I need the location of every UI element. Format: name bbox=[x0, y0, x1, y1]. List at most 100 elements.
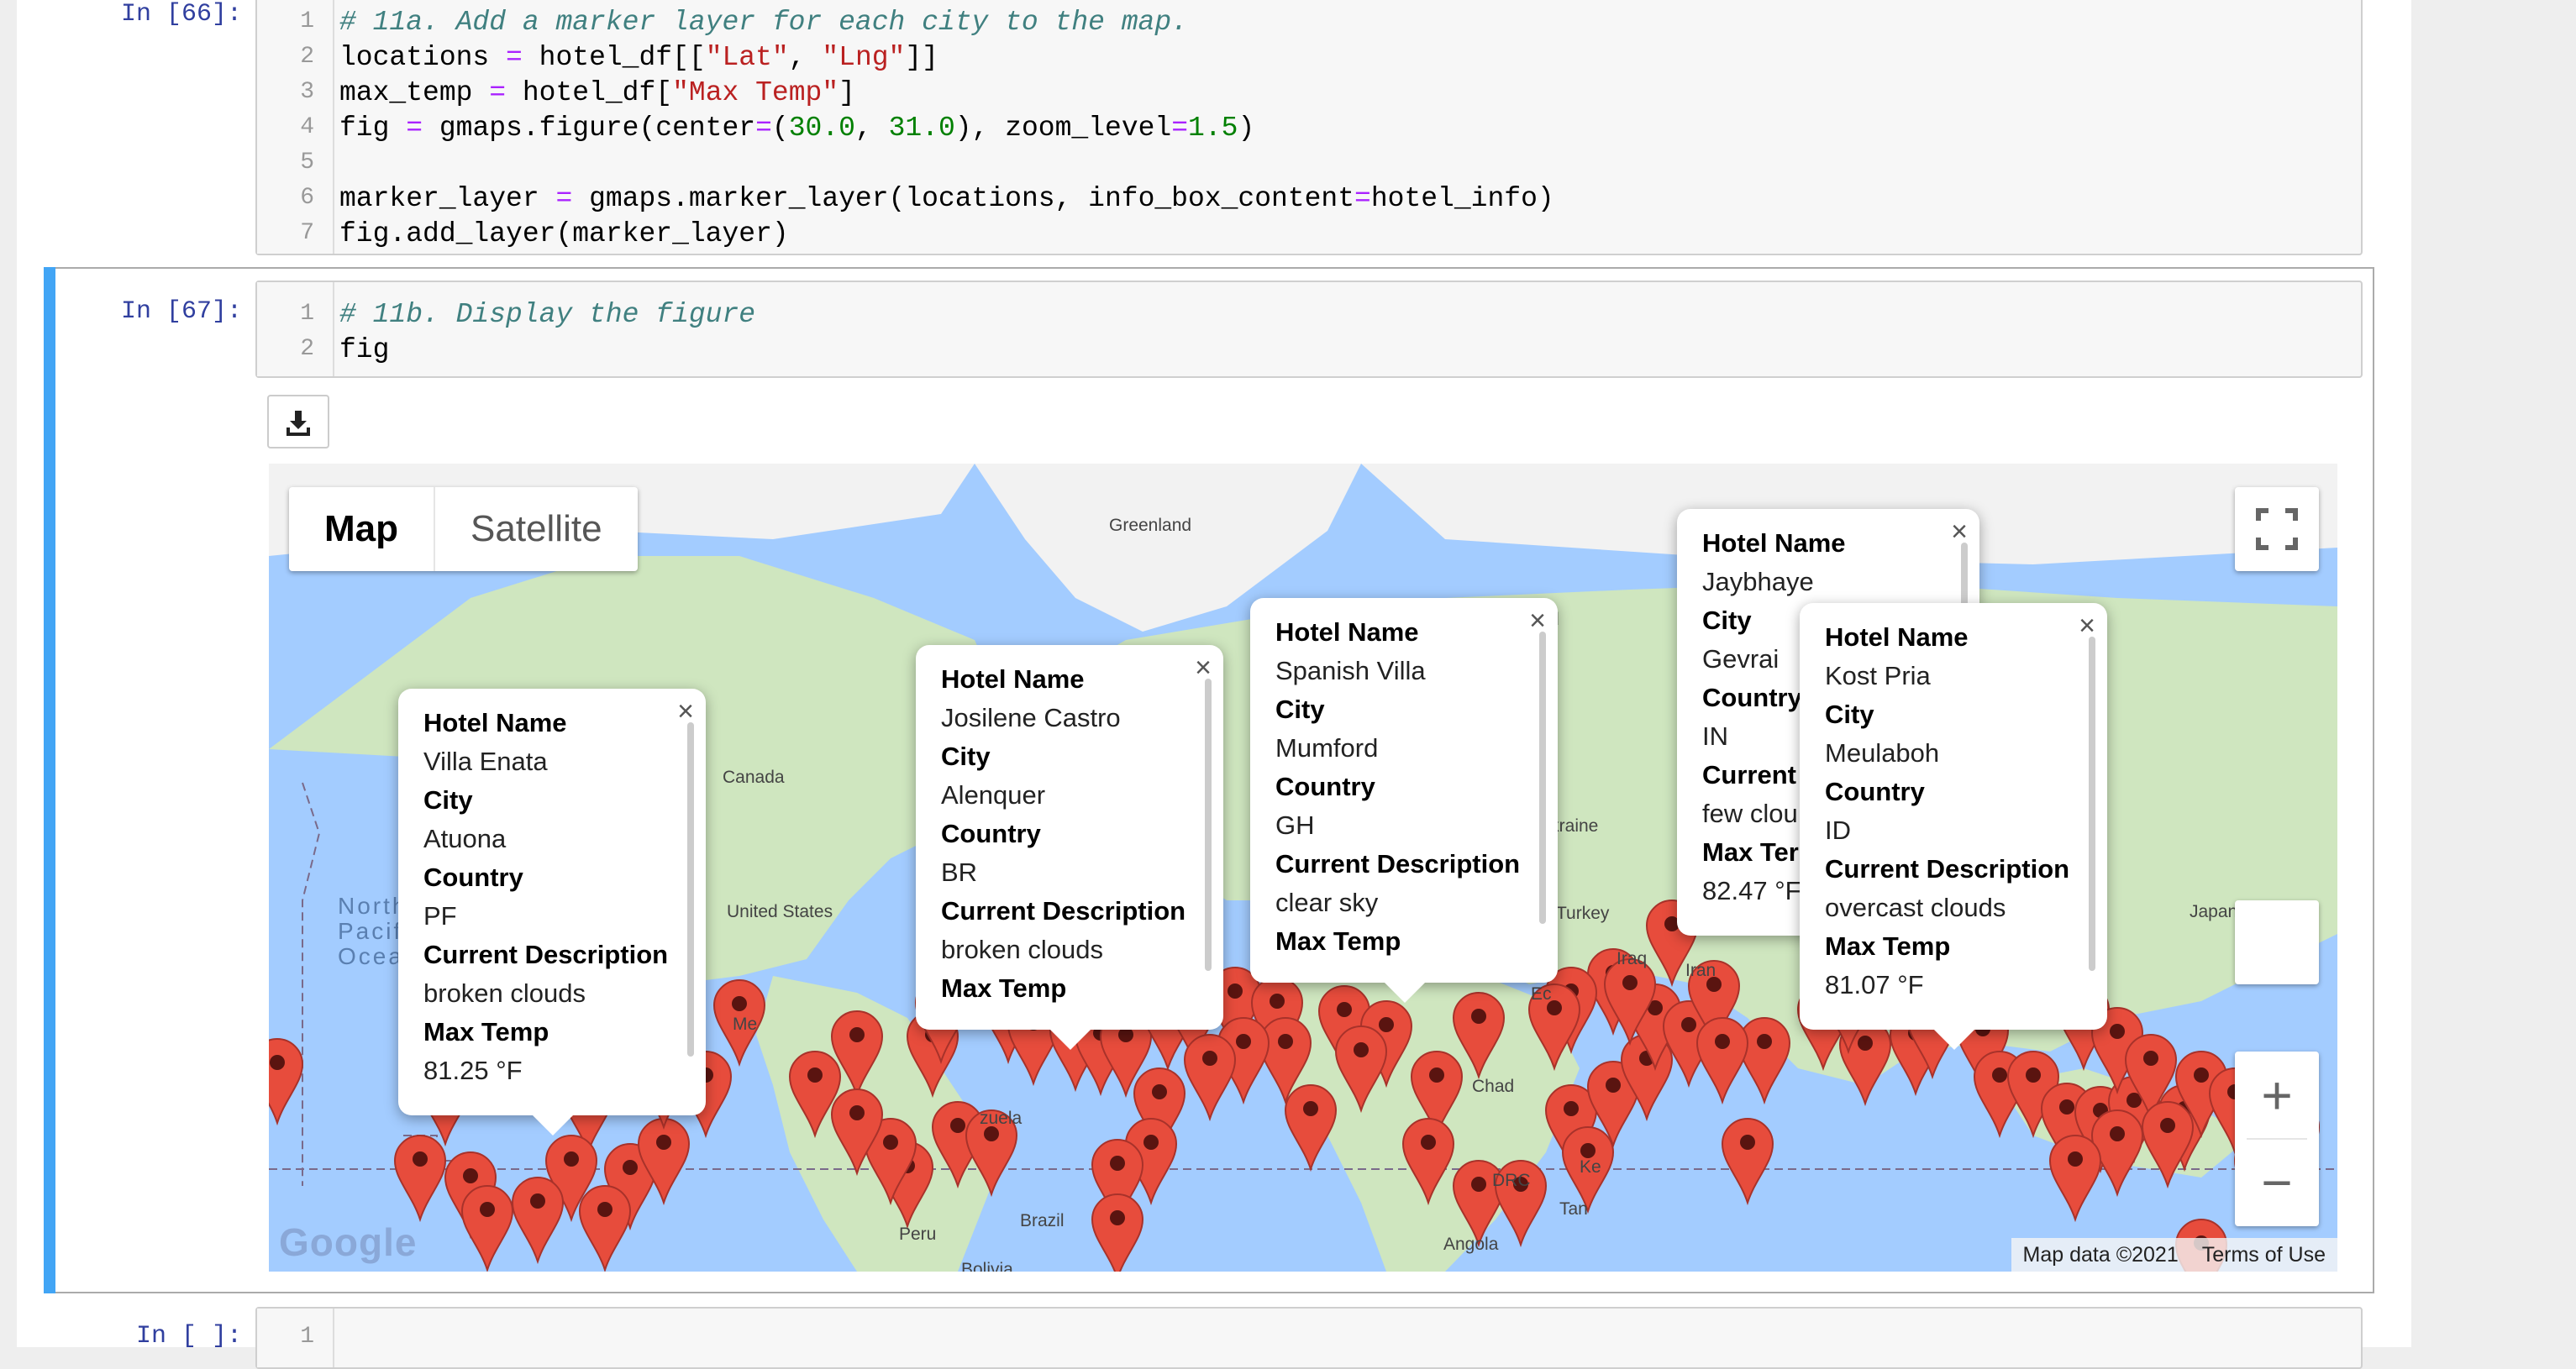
map-label: Angola bbox=[1443, 1235, 1499, 1254]
code-token: = bbox=[506, 42, 523, 73]
selected-cell-indicator bbox=[44, 267, 55, 1293]
info-window-scrollbar[interactable] bbox=[2089, 637, 2095, 971]
info-field-label: Current Description bbox=[941, 896, 1186, 926]
line-number-gutter: 1 bbox=[257, 1309, 334, 1367]
map-marker-pin[interactable] bbox=[1284, 1084, 1338, 1172]
code-token: "Max Temp" bbox=[672, 77, 839, 108]
code-token: = bbox=[406, 113, 423, 144]
info-window[interactable]: × Hotel Name Spanish Villa City Mumford Count… bbox=[1250, 598, 1558, 1003]
gmaps-figure[interactable]: Greenland Canada United States Ukraine T… bbox=[269, 464, 2337, 1272]
code-line: max_temp = hotel_df["Max Temp"] bbox=[339, 77, 855, 108]
map-marker-pin[interactable] bbox=[2048, 1135, 2102, 1223]
info-field-value: Kost Pria bbox=[1825, 661, 1931, 690]
info-window-content: Hotel Name Villa Enata City Atuona Country PF… bbox=[423, 704, 672, 1099]
info-field-value: Spanish Villa bbox=[1275, 656, 1426, 685]
zoom-in-button[interactable]: + bbox=[2235, 1052, 2319, 1139]
terms-of-use-link[interactable]: Terms of Use bbox=[2202, 1243, 2326, 1267]
code-token: "Lng" bbox=[822, 42, 906, 73]
code-token: marker_layer bbox=[339, 183, 556, 214]
map-marker-pin[interactable] bbox=[460, 1185, 514, 1272]
code-token: ), zoom_level bbox=[954, 113, 1172, 144]
close-icon[interactable]: × bbox=[1195, 653, 1212, 682]
code-cell-empty[interactable]: 1 bbox=[255, 1307, 2363, 1369]
code-token: = bbox=[489, 77, 507, 108]
map-marker-pin[interactable] bbox=[511, 1177, 565, 1265]
info-field-label: Country bbox=[1825, 777, 1925, 806]
map-marker-pin[interactable] bbox=[578, 1185, 632, 1272]
info-window[interactable]: × Hotel Name Villa Enata City Atuona Country P… bbox=[398, 689, 706, 1136]
code-token: # 11a. Add a marker layer for each city … bbox=[339, 7, 1188, 38]
map-marker-pin[interactable] bbox=[393, 1135, 447, 1223]
map-type-map-button[interactable]: Map bbox=[289, 487, 434, 571]
code-token: = bbox=[755, 113, 772, 144]
info-field-label: Max Temp bbox=[941, 973, 1067, 1003]
code-token: ]] bbox=[905, 42, 938, 73]
cell-prompt-67: In [67]: bbox=[120, 297, 242, 326]
zoom-control: + − bbox=[2235, 1052, 2319, 1226]
map-marker-pin[interactable] bbox=[1695, 1017, 1749, 1105]
info-field-label: Hotel Name bbox=[1702, 528, 1846, 558]
code-token: , bbox=[788, 42, 823, 73]
line-number: 5 bbox=[300, 149, 314, 176]
info-window-content: Hotel Name Spanish Villa City Mumford Countr… bbox=[1275, 613, 1524, 966]
info-field-value: BR bbox=[941, 858, 978, 887]
cell-prompt-empty: In [ ]: bbox=[135, 1322, 242, 1351]
info-field-label: Current Description bbox=[1275, 849, 1521, 879]
info-window-scrollbar[interactable] bbox=[1205, 679, 1212, 971]
info-field-label: City bbox=[1275, 695, 1325, 724]
map-attribution: Map data ©2021 Terms of Use bbox=[2011, 1238, 2337, 1272]
line-number: 1 bbox=[300, 301, 314, 327]
map-marker-pin[interactable] bbox=[1737, 1017, 1791, 1105]
line-number-gutter: 1 2 3 4 5 6 7 bbox=[257, 0, 334, 254]
info-field-label: Country bbox=[423, 863, 523, 892]
code-cell-66[interactable]: 1 2 3 4 5 6 7 # 11a. Add a marker layer for ea… bbox=[255, 0, 2363, 255]
info-field-value: overcast clouds bbox=[1825, 893, 2006, 922]
map-label: Turkey bbox=[1556, 904, 1610, 923]
fullscreen-button[interactable] bbox=[2235, 487, 2319, 571]
zoom-out-button[interactable]: − bbox=[2235, 1139, 2319, 1226]
map-label: Iran bbox=[1685, 961, 1716, 980]
info-field-value: broken clouds bbox=[423, 978, 586, 1008]
info-field-label: City bbox=[941, 742, 991, 771]
map-marker-pin[interactable] bbox=[269, 1038, 304, 1126]
map-label: Bolivia bbox=[961, 1260, 1013, 1272]
info-window-scrollbar[interactable] bbox=[1539, 632, 1546, 924]
info-field-value: 79.48 °F bbox=[1275, 961, 1524, 966]
code-token: 31.0 bbox=[888, 113, 955, 144]
map-type-control: Map Satellite bbox=[289, 487, 638, 571]
info-window[interactable]: × Hotel Name Josilene Castro City Alenquer Co… bbox=[916, 645, 1223, 1050]
code-line: marker_layer = gmaps.marker_layer(locati… bbox=[339, 183, 1554, 214]
code-token: gmaps.figure(center bbox=[423, 113, 756, 144]
code-token: "Lat" bbox=[705, 42, 789, 73]
map-label: Ke bbox=[1580, 1157, 1601, 1177]
code-token: 1.5 bbox=[1188, 113, 1238, 144]
code-line: # 11a. Add a marker layer for each city … bbox=[339, 7, 1188, 38]
info-window-scrollbar[interactable] bbox=[687, 722, 694, 1057]
close-icon[interactable]: × bbox=[677, 697, 694, 726]
map-marker-pin[interactable] bbox=[1183, 1034, 1237, 1122]
close-icon[interactable]: × bbox=[2079, 611, 2095, 640]
map-label: Tan bbox=[1559, 1199, 1588, 1219]
code-line: fig.add_layer(marker_layer) bbox=[339, 218, 789, 249]
map-type-satellite-button[interactable]: Satellite bbox=[435, 487, 638, 571]
download-button[interactable] bbox=[267, 395, 329, 448]
code-cell-67[interactable]: 12 # 11b. Display the figure fig bbox=[255, 281, 2363, 378]
map-label: Ec bbox=[1531, 984, 1552, 1004]
close-icon[interactable]: × bbox=[1529, 606, 1546, 635]
info-field-label: Max Temp bbox=[1825, 931, 1951, 961]
map-marker-pin[interactable] bbox=[1091, 1193, 1144, 1272]
map-marker-pin[interactable] bbox=[1721, 1118, 1774, 1206]
map-label: Japan bbox=[2190, 902, 2238, 921]
code-token: gmaps.marker_layer(locations, info_box_c… bbox=[572, 183, 1355, 214]
line-number: 2 bbox=[300, 336, 314, 362]
info-window[interactable]: × Hotel Name Kost Pria City Meulaboh Country I… bbox=[1800, 603, 2107, 1050]
info-field-value: Josilene Castro bbox=[941, 703, 1121, 732]
line-number: 7 bbox=[300, 220, 314, 246]
close-icon[interactable]: × bbox=[1951, 517, 1968, 546]
info-field-value: 81.07 °F bbox=[1825, 970, 1924, 999]
code-token: 30.0 bbox=[788, 113, 855, 144]
info-window-content: Hotel Name Kost Pria City Meulaboh Country ID… bbox=[1825, 618, 2074, 1013]
street-view-control[interactable] bbox=[2235, 900, 2319, 984]
info-field-label: Country bbox=[1275, 772, 1375, 801]
map-label: North Pacific Ocean bbox=[338, 893, 425, 969]
